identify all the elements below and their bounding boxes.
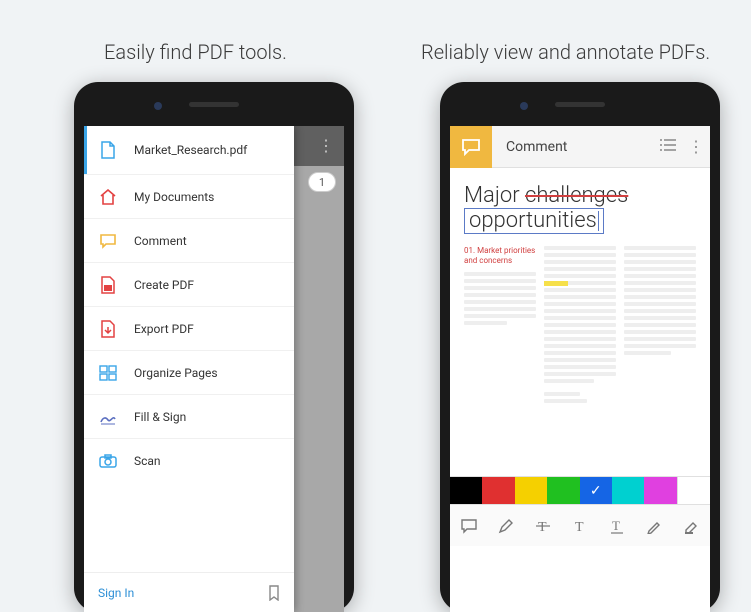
- title-strikethrough: challenges: [525, 183, 628, 208]
- color-swatch[interactable]: [450, 477, 482, 504]
- phone-speaker: [555, 102, 605, 107]
- sign-icon: [98, 407, 118, 427]
- color-palette: ✓: [450, 476, 710, 504]
- drawer-item-export-pdf[interactable]: Export PDF: [84, 306, 294, 350]
- check-icon: ✓: [580, 477, 612, 504]
- phone-screen-left: ⋮ 1 Market_Research.pdf My Documents: [84, 126, 344, 612]
- drawer-item-comment[interactable]: Comment: [84, 218, 294, 262]
- caption-right: Reliably view and annotate PDFs.: [421, 40, 710, 64]
- drawer-item-organize[interactable]: Organize Pages: [84, 350, 294, 394]
- color-swatch[interactable]: [482, 477, 514, 504]
- drawer-label: Comment: [134, 234, 187, 248]
- drawer-label: Fill & Sign: [134, 410, 186, 424]
- drawer-label: Create PDF: [134, 278, 194, 292]
- color-swatch[interactable]: [515, 477, 547, 504]
- page-indicator: 1: [308, 172, 336, 192]
- comment-bubble-icon[interactable]: [450, 518, 487, 534]
- text-insert-box[interactable]: opportunities: [464, 208, 604, 234]
- drawer-item-create-pdf[interactable]: Create PDF: [84, 262, 294, 306]
- text-strike-icon[interactable]: T: [524, 518, 561, 534]
- phone-camera: [154, 102, 162, 110]
- color-swatch[interactable]: [547, 477, 579, 504]
- pen-icon[interactable]: [636, 518, 673, 534]
- svg-text:T: T: [612, 518, 620, 533]
- column-3: [624, 246, 696, 406]
- svg-text:T: T: [575, 520, 584, 534]
- title-prefix: Major: [464, 183, 525, 208]
- phone-speaker: [189, 102, 239, 107]
- svg-text:T: T: [538, 520, 547, 534]
- signin-link[interactable]: Sign In: [98, 586, 134, 600]
- title-insert-text: opportunities: [469, 208, 597, 233]
- home-icon: [98, 187, 118, 207]
- list-view-icon[interactable]: [654, 137, 682, 156]
- comment-icon: [98, 231, 118, 251]
- drawer-label: Organize Pages: [134, 366, 218, 380]
- document-viewport[interactable]: Major challenges opportunities 01. Marke…: [450, 168, 710, 476]
- column-2: [544, 246, 616, 406]
- drawer-label: Export PDF: [134, 322, 194, 336]
- phone-frame-right: Comment ⋮ 1 Major challenges opportuniti…: [440, 82, 720, 612]
- overflow-icon: ⋮: [318, 136, 334, 155]
- color-swatch[interactable]: [644, 477, 676, 504]
- navigation-drawer: Market_Research.pdf My Documents Comment…: [84, 126, 294, 612]
- phone-screen-right: Comment ⋮ 1 Major challenges opportuniti…: [450, 126, 710, 612]
- drawer-label: My Documents: [134, 190, 214, 204]
- text-underline-icon[interactable]: T: [599, 518, 636, 534]
- file-icon: [98, 140, 118, 160]
- color-swatch[interactable]: ✓: [580, 477, 612, 504]
- bookmark-icon[interactable]: [268, 585, 280, 601]
- create-pdf-icon: [98, 275, 118, 295]
- column-1: 01. Market priorities and concerns: [464, 246, 536, 406]
- phone-camera: [520, 102, 528, 110]
- annotator-header: Comment ⋮: [450, 126, 710, 168]
- text-cursor: [598, 211, 600, 231]
- export-pdf-icon: [98, 319, 118, 339]
- annotation-toolbar: T T T: [450, 504, 710, 546]
- phone-frame-left: ⋮ 1 Market_Research.pdf My Documents: [74, 82, 354, 612]
- drawer-item-file[interactable]: Market_Research.pdf: [84, 126, 294, 174]
- comment-mode-button[interactable]: [450, 126, 492, 168]
- camera-icon: [98, 451, 118, 471]
- overflow-icon[interactable]: ⋮: [682, 137, 710, 156]
- drawer-label: Market_Research.pdf: [134, 143, 247, 157]
- highlighter-icon[interactable]: [673, 518, 710, 534]
- text-icon[interactable]: T: [561, 518, 598, 534]
- section-heading: 01. Market priorities and concerns: [464, 246, 536, 265]
- pencil-icon[interactable]: [487, 518, 524, 534]
- color-swatch[interactable]: [612, 477, 644, 504]
- document-title: Major challenges opportunities: [464, 184, 696, 234]
- caption-left: Easily find PDF tools.: [104, 40, 287, 64]
- drawer-item-documents[interactable]: My Documents: [84, 174, 294, 218]
- drawer-label: Scan: [134, 454, 161, 468]
- drawer-footer: Sign In: [84, 572, 294, 612]
- header-title: Comment: [492, 139, 654, 155]
- drawer-item-fill-sign[interactable]: Fill & Sign: [84, 394, 294, 438]
- highlight-annotation: [544, 281, 568, 286]
- document-columns: 01. Market priorities and concerns: [464, 246, 696, 406]
- organize-icon: [98, 363, 118, 383]
- color-swatch[interactable]: [677, 477, 710, 504]
- drawer-item-scan[interactable]: Scan: [84, 438, 294, 482]
